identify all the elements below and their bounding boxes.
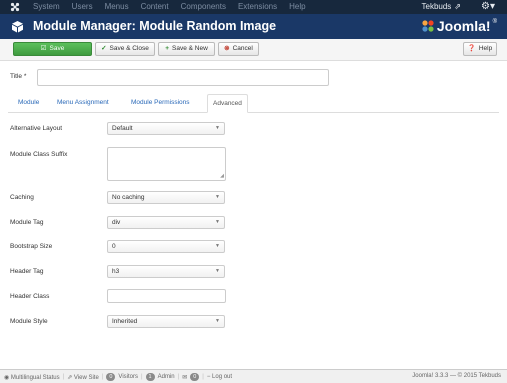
external-link-icon: ⇗ (67, 374, 73, 381)
menu-help[interactable]: Help (289, 2, 305, 12)
bootstrap-size-label: Bootstrap Size (10, 243, 53, 250)
page-title: Module Manager: Module Random Image (33, 19, 277, 33)
cube-icon (12, 21, 23, 33)
title-label: Title * (10, 73, 27, 80)
status-bar: ◉ Multilingual Status | ⇗ View Site | 0 … (0, 369, 507, 383)
visitors-count-badge: 0 (106, 373, 116, 381)
view-site-link[interactable]: ⇗ View Site (67, 374, 99, 381)
alternative-layout-select[interactable]: Default ▼ (107, 122, 225, 135)
divider: | (140, 374, 143, 380)
copyright-text: © 2015 Tekbuds (457, 373, 501, 379)
tab-module-permissions[interactable]: Module Permissions (126, 94, 195, 113)
visitors-label: Visitors (118, 374, 138, 380)
gear-icon[interactable]: ⚙▾ (481, 1, 495, 13)
header-tag-label: Header Tag (10, 268, 44, 275)
version-info: Joomla! 3.3.3 — © 2015 Tekbuds (412, 373, 501, 379)
top-menu-bar: System Users Menus Content Components Ex… (0, 0, 507, 14)
messages-count-badge: 0 (190, 373, 200, 381)
chevron-down-icon: ▼ (215, 219, 220, 225)
save-icon: ☑ (40, 45, 47, 52)
module-tag-value: div (112, 219, 121, 226)
caching-value: No caching (112, 194, 145, 201)
bootstrap-size-select[interactable]: 0 ▼ (107, 240, 225, 253)
external-link-icon: ⇗ (454, 2, 461, 11)
brand-name: Joomla! (436, 18, 491, 34)
logout-link[interactable]: − Log out (207, 374, 232, 380)
multilingual-status-link[interactable]: ◉ Multilingual Status (4, 374, 60, 381)
save-new-label: Save & New (172, 45, 208, 52)
status-items: ◉ Multilingual Status | ⇗ View Site | 0 … (4, 373, 232, 381)
version-text: Joomla! 3.3.3 (412, 373, 449, 379)
check-icon: ✓ (101, 45, 107, 52)
cancel-icon: ⊗ (224, 45, 230, 52)
module-class-suffix-textarea[interactable]: ◢ (107, 147, 226, 181)
caching-select[interactable]: No caching ▼ (107, 191, 225, 204)
save-label: Save (49, 45, 65, 52)
view-site-label: View Site (73, 374, 99, 381)
save-close-button[interactable]: ✓ Save & Close (95, 42, 155, 56)
logout-label: Log out (212, 374, 233, 380)
chevron-down-icon: ▼ (215, 125, 220, 131)
header-tag-value: h3 (112, 268, 120, 275)
plus-icon: + (165, 45, 169, 52)
multilingual-status-label: Multilingual Status (10, 374, 60, 381)
module-tag-label: Module Tag (10, 219, 44, 226)
joomla-brand-logo: Joomla! ® (421, 17, 497, 35)
help-icon: ❓ (467, 45, 476, 52)
divider: | (101, 374, 104, 380)
menu-menus[interactable]: Menus (105, 2, 129, 12)
save-new-button[interactable]: + Save & New (158, 42, 215, 56)
cancel-label: Cancel (232, 45, 253, 52)
module-style-label: Module Style (10, 318, 48, 325)
module-tag-select[interactable]: div ▼ (107, 216, 225, 229)
envelope-icon[interactable]: ✉ (182, 374, 187, 381)
tab-advanced[interactable]: Advanced (207, 94, 248, 113)
chevron-down-icon: ▼ (215, 318, 220, 324)
chevron-down-icon: ▼ (215, 194, 220, 200)
divider: | (202, 374, 204, 380)
help-button[interactable]: ❓ Help (463, 42, 497, 56)
menu-components[interactable]: Components (181, 2, 226, 12)
site-user-name: Tekbuds (421, 2, 452, 11)
chevron-down-icon: ▼ (215, 268, 220, 274)
admin-count-badge: 1 (145, 373, 155, 381)
tab-menu-assignment[interactable]: Menu Assignment (52, 94, 114, 113)
caching-label: Caching (10, 194, 34, 201)
site-user-link[interactable]: Tekbuds ⇗ (422, 2, 462, 12)
save-button[interactable]: ☑ Save (13, 42, 92, 56)
header-tag-select[interactable]: h3 ▼ (107, 265, 225, 278)
alternative-layout-label: Alternative Layout (10, 125, 63, 132)
joomla-icon[interactable] (10, 2, 20, 12)
save-close-label: Save & Close (109, 45, 149, 52)
bootstrap-size-value: 0 (112, 243, 116, 250)
menu-system[interactable]: System (33, 2, 60, 12)
resize-grip-icon[interactable]: ◢ (220, 174, 224, 179)
alternative-layout-value: Default (112, 125, 133, 132)
divider: | (62, 374, 65, 380)
menu-content[interactable]: Content (141, 2, 169, 12)
header-class-label: Header Class (10, 293, 50, 300)
tab-module[interactable]: Module (13, 94, 44, 113)
chevron-down-icon: ▼ (215, 243, 220, 249)
main-menu: System Users Menus Content Components Ex… (33, 2, 306, 12)
admin-label: Admin (157, 374, 175, 380)
module-class-suffix-label: Module Class Suffix (10, 151, 68, 158)
module-style-value: Inherited (112, 318, 138, 325)
tab-bar: Module Menu Assignment Module Permission… (8, 94, 499, 113)
help-label: Help (478, 45, 493, 52)
module-style-select[interactable]: Inherited ▼ (107, 315, 225, 328)
header-class-input[interactable] (107, 289, 226, 303)
globe-icon: ◉ (4, 374, 10, 381)
toolbar: ☑ Save ✓ Save & Close + Save & New ⊗ Can… (0, 39, 507, 61)
menu-extensions[interactable]: Extensions (238, 2, 277, 12)
page-header: Module Manager: Module Random Image Joom… (0, 14, 507, 39)
minus-icon: − (206, 374, 211, 380)
divider: | (177, 374, 180, 380)
brand-registered-mark: ® (492, 19, 497, 25)
joomla-logo-icon (422, 20, 434, 32)
title-input[interactable] (37, 69, 329, 86)
version-dash: — (449, 373, 456, 379)
menu-users[interactable]: Users (72, 2, 93, 12)
cancel-button[interactable]: ⊗ Cancel (218, 42, 259, 56)
